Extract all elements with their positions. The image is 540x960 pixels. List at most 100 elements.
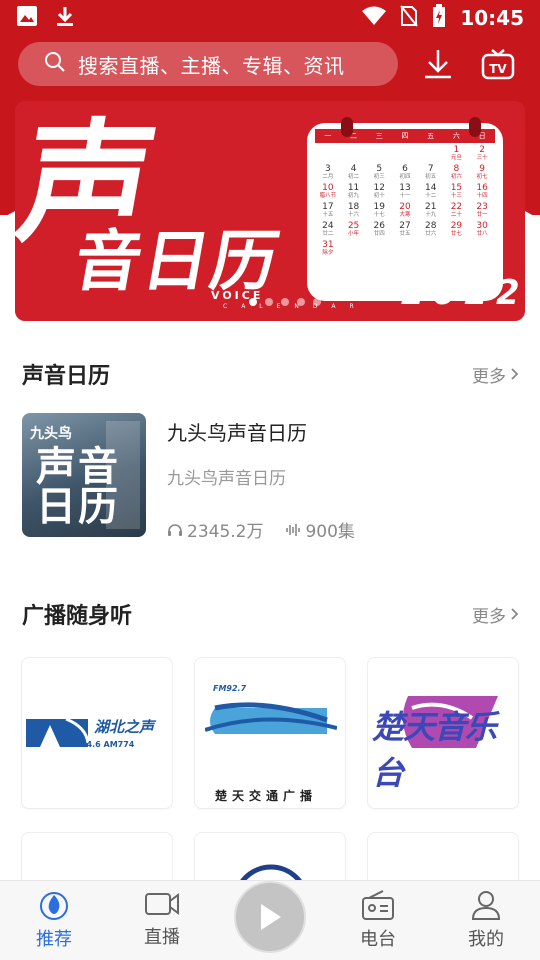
search-input[interactable]: 搜索直播、主播、专辑、资讯 xyxy=(18,42,398,86)
album-subtitle: 九头鸟声音日历 xyxy=(167,469,286,489)
calendar-day: 1 元旦 xyxy=(444,145,470,162)
calendar-lunar: 初五 xyxy=(425,174,437,180)
calendar-day: 8 初六 xyxy=(444,164,470,181)
calendar-lunar: 廿六 xyxy=(425,231,437,237)
calendar-day: 27 廿五 xyxy=(392,221,418,238)
album-title: 九头鸟声音日历 xyxy=(167,421,307,445)
calendar-lunar: 十五 xyxy=(322,212,334,218)
calendar-weekday: 六 xyxy=(452,132,460,140)
section-header-calendar: 声音日历 更多 xyxy=(22,358,520,390)
more-link[interactable]: 更多 xyxy=(472,602,520,627)
calendar-day: 15 十三 xyxy=(444,183,470,200)
chevron-right-icon xyxy=(511,368,519,380)
carousel-dot[interactable] xyxy=(281,298,289,306)
calendar-weekday: 三 xyxy=(375,132,383,140)
tv-button[interactable]: TV xyxy=(478,44,518,84)
calendar-day xyxy=(418,145,444,162)
calendar-day: 26 廿四 xyxy=(366,221,392,238)
calendar-lunar: 腊八节 xyxy=(319,193,337,199)
nav-recommend[interactable]: 推荐 xyxy=(14,889,94,951)
radio-card-chutian-music[interactable]: 楚天音乐台 xyxy=(367,657,519,809)
chevron-right-icon xyxy=(511,608,519,620)
album-item[interactable]: 九头鸟 声音日历 九头鸟声音日历 九头鸟声音日历 2345.2万 900集 xyxy=(22,413,520,542)
status-time: 10:45 xyxy=(460,6,524,30)
tv-icon: TV xyxy=(481,49,515,80)
calendar-day xyxy=(392,145,418,162)
section-title: 广播随身听 xyxy=(22,604,133,629)
episode-count: 900集 xyxy=(285,517,355,542)
calendar-day: 3 二月 xyxy=(315,164,341,181)
calendar-day: 19 十七 xyxy=(366,202,392,219)
calendar-lunar: 廿四 xyxy=(373,231,385,237)
banner-carousel[interactable]: 声 音日历 VOICE CALENDAR 一二三四五六日 1 元旦 2 三十 3 二月 4 初… xyxy=(15,101,525,321)
cover-tag: 九头鸟 xyxy=(30,426,72,442)
calendar-lunar: 十七 xyxy=(373,212,385,218)
calendar-day: 29 廿七 xyxy=(444,221,470,238)
calendar-lunar: 初三 xyxy=(373,174,385,180)
image-icon xyxy=(16,5,38,31)
calendar-lunar: 廿一 xyxy=(476,212,488,218)
calendar-lunar: 二月 xyxy=(322,174,334,180)
radio-card-hubei[interactable]: 湖北之声 FM104.6 AM774 xyxy=(21,657,173,809)
search-row: 搜索直播、主播、专辑、资讯 TV xyxy=(18,42,528,86)
radio-name: 楚天交通广播 xyxy=(215,789,318,803)
play-count: 2345.2万 xyxy=(167,517,263,542)
search-icon xyxy=(44,51,66,77)
status-bar: 10:45 xyxy=(0,0,540,36)
carousel-dot[interactable] xyxy=(249,298,257,306)
calendar-lunar: 初七 xyxy=(476,174,488,180)
calendar-lunar: 三十 xyxy=(476,155,488,161)
calendar-day: 13 十一 xyxy=(392,183,418,200)
nav-label: 直播 xyxy=(144,927,180,948)
download-button[interactable] xyxy=(418,44,458,84)
svg-text:TV: TV xyxy=(489,62,507,76)
carousel-dot[interactable] xyxy=(265,298,273,306)
calendar-day: 6 初四 xyxy=(392,164,418,181)
download-icon xyxy=(425,50,451,79)
calendar-day: 2 三十 xyxy=(469,145,495,162)
carousel-dot[interactable] xyxy=(297,298,305,306)
album-stats: 2345.2万 900集 xyxy=(167,517,355,542)
calendar-lunar: 廿二 xyxy=(322,231,334,237)
calendar-day: 10 腊八节 xyxy=(315,183,341,200)
calendar-day: 30 廿八 xyxy=(469,221,495,238)
calendar-day: 11 初九 xyxy=(341,183,367,200)
play-button[interactable] xyxy=(234,881,306,953)
calendar-lunar: 初六 xyxy=(450,174,462,180)
calendar-lunar: 十三 xyxy=(450,193,462,199)
radio-icon xyxy=(362,890,394,920)
banner-title-small: 音日历 xyxy=(68,223,287,300)
calendar-lunar: 初二 xyxy=(348,174,360,180)
calendar-lunar: 除夕 xyxy=(322,250,334,256)
calendar-lunar: 小年 xyxy=(348,231,360,237)
calendar-lunar: 廿八 xyxy=(476,231,488,237)
calendar-ring xyxy=(341,117,353,137)
carousel-dot[interactable] xyxy=(313,298,321,306)
calendar-lunar: 初十 xyxy=(373,193,385,199)
episode-count-value: 900集 xyxy=(305,522,355,542)
recommend-icon xyxy=(40,892,68,920)
calendar-lunar: 十六 xyxy=(348,212,360,218)
calendar-lunar: 初九 xyxy=(348,193,360,199)
nav-mine[interactable]: 我的 xyxy=(446,889,526,951)
album-info: 九头鸟声音日历 九头鸟声音日历 2345.2万 900集 xyxy=(167,413,355,542)
radio-card-chutian-traffic[interactable]: FM92.7 楚天交通广播 xyxy=(194,657,346,809)
calendar-day: 22 二十 xyxy=(444,202,470,219)
calendar-day: 9 初七 xyxy=(469,164,495,181)
more-link[interactable]: 更多 xyxy=(472,362,520,387)
calendar-lunar: 二十 xyxy=(450,212,462,218)
calendar-day: 14 十二 xyxy=(418,183,444,200)
calendar-day: 25 小年 xyxy=(341,221,367,238)
calendar-lunar: 十九 xyxy=(425,212,437,218)
nav-live[interactable]: 直播 xyxy=(122,889,202,949)
wifi-icon xyxy=(362,6,387,30)
video-camera-icon xyxy=(145,893,179,915)
calendar-weekday: 五 xyxy=(427,132,435,140)
calendar-day: 21 十九 xyxy=(418,202,444,219)
more-label: 更多 xyxy=(472,366,506,387)
carousel-dots xyxy=(249,298,321,306)
calendar-ring xyxy=(469,117,481,137)
nav-station[interactable]: 电台 xyxy=(338,889,418,951)
calendar-day: 28 廿六 xyxy=(418,221,444,238)
calendar-day: 7 初五 xyxy=(418,164,444,181)
